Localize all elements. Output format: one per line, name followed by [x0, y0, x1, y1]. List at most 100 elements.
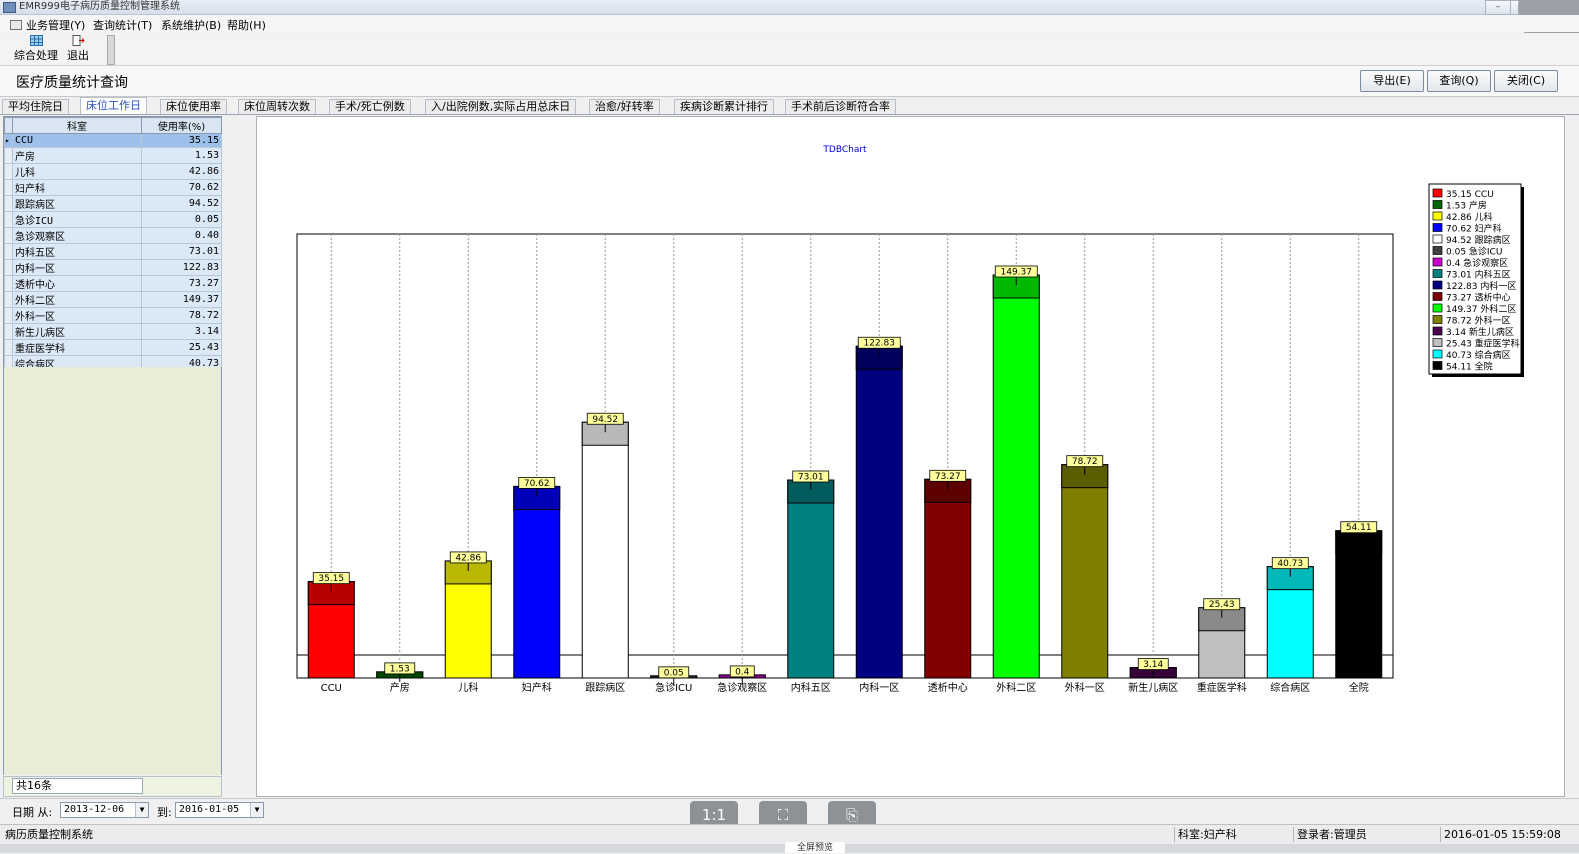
- table-row[interactable]: 妇产科 70.62: [4, 179, 222, 196]
- table-row[interactable]: 外科一区 78.72: [4, 307, 222, 324]
- cell-dept[interactable]: 重症医学科: [12, 339, 142, 356]
- menu-business[interactable]: 业务管理(Y): [10, 17, 85, 33]
- menu-query-stats[interactable]: 查询统计(T): [93, 17, 152, 33]
- row-indicator[interactable]: [4, 163, 13, 180]
- legend-swatch: [1432, 361, 1443, 370]
- table-row[interactable]: 急诊观察区 0.40: [4, 227, 222, 244]
- cell-dept[interactable]: 外科一区: [12, 307, 142, 324]
- toolbar: 综合处理 退出: [0, 33, 1579, 66]
- table-row[interactable]: 内科五区 73.01: [4, 243, 222, 260]
- cell-dept[interactable]: 外科二区: [12, 291, 142, 308]
- cell-rate[interactable]: 0.40: [141, 227, 222, 244]
- tab-bed-turnover[interactable]: 床位周转次数: [238, 99, 316, 114]
- table-row[interactable]: 儿科 42.86: [4, 163, 222, 180]
- minimize-button[interactable]: –: [1485, 0, 1511, 15]
- menu-system-maint[interactable]: 系统维护(B): [161, 17, 221, 33]
- cell-rate[interactable]: 78.72: [141, 307, 222, 324]
- table-row[interactable]: 新生儿病区 3.14: [4, 323, 222, 340]
- header-bar: 医疗质量统计查询 导出(E) 查询(Q) 关闭(C): [0, 66, 1579, 97]
- tab-diagnosis-rank[interactable]: 疾病诊断累计排行: [674, 99, 774, 114]
- cell-rate[interactable]: 35.15: [141, 133, 222, 148]
- tab-admission-discharge[interactable]: 入/出院例数,实际占用总床日: [425, 99, 577, 114]
- cell-rate[interactable]: 70.62: [141, 179, 222, 196]
- tab-cure-rate[interactable]: 治愈/好转率: [589, 99, 660, 114]
- toolbar-grip[interactable]: [107, 35, 115, 65]
- row-indicator[interactable]: [4, 211, 13, 228]
- date-to-picker[interactable]: 2016-01-05 ▼: [175, 802, 264, 818]
- table-row[interactable]: 急诊ICU 0.05: [4, 211, 222, 228]
- row-indicator[interactable]: ▸: [4, 133, 13, 148]
- cell-dept[interactable]: 跟踪病区: [12, 195, 142, 212]
- cell-dept[interactable]: 妇产科: [12, 179, 142, 196]
- date-from-picker[interactable]: 2013-12-06 ▼: [60, 802, 149, 818]
- column-header-rate[interactable]: 使用率(%): [141, 117, 222, 134]
- legend-swatch: [1432, 292, 1443, 301]
- date-to-label: 到:: [157, 806, 172, 819]
- page-title: 医疗质量统计查询: [16, 75, 128, 91]
- process-button[interactable]: 综合处理: [14, 35, 58, 63]
- category-label: 外科一区: [1065, 681, 1105, 694]
- row-indicator[interactable]: [4, 291, 13, 308]
- row-indicator[interactable]: [4, 339, 13, 356]
- table-row[interactable]: 重症医学科 25.43: [4, 339, 222, 356]
- row-indicator[interactable]: [4, 259, 13, 276]
- status-dept: 科室:妇产科: [1174, 827, 1290, 842]
- cell-rate[interactable]: 42.86: [141, 163, 222, 180]
- cell-dept[interactable]: 透析中心: [12, 275, 142, 292]
- legend-entry: 94.52 跟踪病区: [1446, 234, 1511, 246]
- query-button[interactable]: 查询(Q): [1427, 70, 1491, 92]
- tab-bed-usage[interactable]: 床位使用率: [160, 99, 227, 114]
- exit-button[interactable]: 退出: [65, 35, 91, 63]
- table-row[interactable]: 跟踪病区 94.52: [4, 195, 222, 212]
- column-header-dept[interactable]: 科室: [12, 117, 142, 134]
- cell-rate[interactable]: 1.53: [141, 147, 222, 164]
- tab-diagnosis-match[interactable]: 手术前后诊断符合率: [785, 99, 896, 114]
- close-button[interactable]: 关闭(C): [1494, 70, 1558, 92]
- cell-dept[interactable]: 急诊ICU: [12, 211, 142, 228]
- legend-swatch: [1432, 246, 1443, 255]
- chevron-down-icon[interactable]: ▼: [250, 803, 263, 817]
- row-indicator[interactable]: [4, 179, 13, 196]
- row-indicator[interactable]: [4, 307, 13, 324]
- cell-dept[interactable]: 儿科: [12, 163, 142, 180]
- cell-rate[interactable]: 3.14: [141, 323, 222, 340]
- value-label: 122.83: [864, 339, 896, 349]
- table-row[interactable]: 产房 1.53: [4, 147, 222, 164]
- status-bar: 病历质量控制系统 科室:妇产科 登录者:管理员 2016-01-05 15:59…: [0, 824, 1579, 844]
- table-row[interactable]: 透析中心 73.27: [4, 275, 222, 292]
- tab-bed-workdays[interactable]: 床位工作日: [80, 97, 147, 114]
- table-row[interactable]: 内科一区 122.83: [4, 259, 222, 276]
- cell-dept[interactable]: 新生儿病区: [12, 323, 142, 340]
- category-label: 全院: [1349, 681, 1369, 694]
- row-indicator[interactable]: [4, 227, 13, 244]
- row-indicator[interactable]: [4, 243, 13, 260]
- chevron-down-icon[interactable]: ▼: [135, 803, 148, 817]
- cell-rate[interactable]: 122.83: [141, 259, 222, 276]
- cell-dept[interactable]: 急诊观察区: [12, 227, 142, 244]
- cell-rate[interactable]: 94.52: [141, 195, 222, 212]
- cell-rate[interactable]: 73.27: [141, 275, 222, 292]
- bar: [924, 478, 972, 679]
- row-indicator[interactable]: [4, 147, 13, 164]
- cell-rate[interactable]: 73.01: [141, 243, 222, 260]
- row-indicator[interactable]: [4, 323, 13, 340]
- cell-dept[interactable]: 内科五区: [12, 243, 142, 260]
- bar: [787, 479, 835, 679]
- row-indicator[interactable]: [4, 275, 13, 292]
- cell-dept[interactable]: 内科一区: [12, 259, 142, 276]
- table-row[interactable]: ▸ CCU 35.15: [4, 133, 222, 148]
- cell-rate[interactable]: 0.05: [141, 211, 222, 228]
- table-row[interactable]: 外科二区 149.37: [4, 291, 222, 308]
- value-label: 42.86: [455, 553, 481, 563]
- export-button[interactable]: 导出(E): [1360, 70, 1424, 92]
- cell-dept[interactable]: 产房: [12, 147, 142, 164]
- tab-surgery-death[interactable]: 手术/死亡例数: [329, 99, 411, 114]
- row-indicator[interactable]: [4, 195, 13, 212]
- legend-entry: 73.27 透析中心: [1446, 292, 1511, 304]
- menu-bar: 业务管理(Y) 查询统计(T) 系统维护(B) 帮助(H): [0, 15, 1579, 32]
- cell-rate[interactable]: 149.37: [141, 291, 222, 308]
- menu-help[interactable]: 帮助(H): [227, 17, 266, 33]
- tab-avg-stay[interactable]: 平均住院日: [2, 99, 69, 114]
- cell-rate[interactable]: 25.43: [141, 339, 222, 356]
- cell-dept[interactable]: CCU: [12, 133, 142, 148]
